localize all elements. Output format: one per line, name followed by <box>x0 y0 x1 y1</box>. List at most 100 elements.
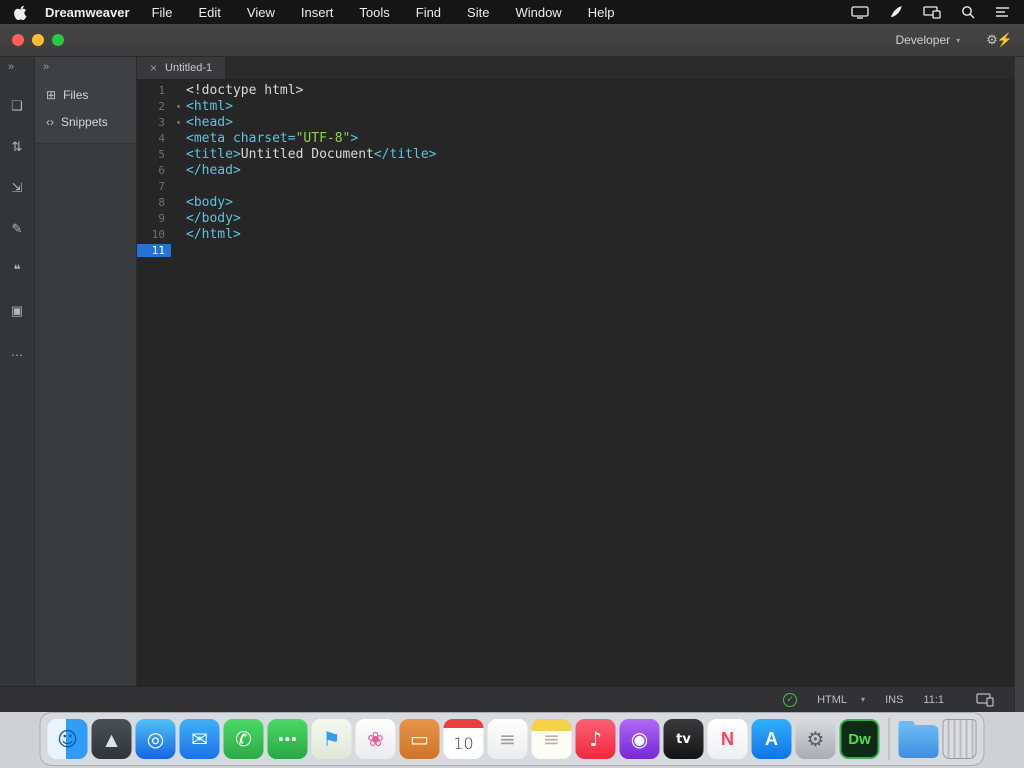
menu-window[interactable]: Window <box>515 5 561 20</box>
menu-file[interactable]: File <box>152 5 173 20</box>
launchpad-glyph: ▲ <box>105 729 118 749</box>
maps-dock-icon[interactable]: ⚑ <box>311 719 352 759</box>
sidecar-icon[interactable] <box>923 5 941 19</box>
news-dock-icon[interactable]: N <box>707 719 748 759</box>
notes-glyph: ≡ <box>543 727 560 751</box>
line-number: 6 <box>158 163 165 177</box>
menu-find[interactable]: Find <box>416 5 441 20</box>
menu-help[interactable]: Help <box>588 5 615 20</box>
books-dock-icon[interactable]: ▭ <box>399 719 440 759</box>
code-line-1[interactable]: 1 <!doctype html> <box>137 82 1024 98</box>
tv-glyph: tv <box>676 731 691 747</box>
system-preferences-glyph: ⚙ <box>806 727 825 751</box>
code-line-11[interactable]: 11 <box>137 242 1024 258</box>
dreamweaver-glyph: Dw <box>848 730 871 748</box>
launchpad-dock-icon[interactable]: ▲ <box>91 719 132 759</box>
line-number: 5 <box>158 147 165 161</box>
minimize-window-button[interactable] <box>32 34 44 46</box>
style-brush-icon[interactable]: ✎ <box>12 221 23 237</box>
app-store-dock-icon[interactable]: A <box>751 719 792 759</box>
language-label: HTML <box>817 693 848 706</box>
display-icon[interactable] <box>851 5 869 19</box>
code-line-7[interactable]: 7 <box>137 178 1024 194</box>
sidebar-item-label: Snippets <box>61 114 108 129</box>
sidebar-item-files[interactable]: ⊞ Files <box>35 81 136 108</box>
code-line-5[interactable]: 5 <title>Untitled Document</title> <box>137 146 1024 162</box>
zoom-window-button[interactable] <box>52 34 64 46</box>
window-controls <box>12 34 64 46</box>
music-dock-icon[interactable]: ♪ <box>575 719 616 759</box>
calendar-day: 10 <box>453 734 474 753</box>
snippets-rail-icon[interactable]: ▣ <box>11 303 23 319</box>
code-line-4[interactable]: 4 <meta charset="UTF-8"> <box>137 130 1024 146</box>
spotlight-search-icon[interactable] <box>961 5 975 19</box>
device-preview-icon[interactable] <box>976 692 994 707</box>
reminders-dock-icon[interactable]: ≡ <box>487 719 528 759</box>
menu-insert[interactable]: Insert <box>301 5 334 20</box>
panel-collapse-icon[interactable]: » <box>35 57 136 81</box>
feather-icon[interactable] <box>889 5 903 19</box>
apple-menu[interactable] <box>14 5 27 20</box>
line-number: 7 <box>158 179 165 193</box>
expand-panels-icon[interactable]: ⇲ <box>12 180 23 196</box>
mail-dock-icon[interactable]: ✉ <box>179 719 220 759</box>
language-selector[interactable]: HTML ▾ <box>817 694 865 706</box>
sidebar-item-snippets[interactable]: ‹› Snippets <box>35 108 136 135</box>
messages-dock-icon[interactable]: ⋯ <box>267 719 308 759</box>
active-app-name[interactable]: Dreamweaver <box>45 5 130 20</box>
menubar-status-icons <box>851 5 1010 19</box>
code-line-3[interactable]: 3 ▾ <head> <box>137 114 1024 130</box>
tv-dock-icon[interactable]: tv <box>663 719 704 759</box>
close-window-button[interactable] <box>12 34 24 46</box>
code-text: </head> <box>186 162 241 178</box>
code-text: <meta charset="UTF-8"> <box>186 130 359 146</box>
snippets-panel-icon: ‹› <box>46 114 54 129</box>
reminders-glyph: ≡ <box>499 727 516 751</box>
document-tabstrip: × Untitled-1 <box>137 57 1024 80</box>
code-line-8[interactable]: 8 <body> <box>137 194 1024 210</box>
fold-toggle-icon[interactable]: ▾ <box>171 118 186 127</box>
fold-toggle-icon[interactable]: ▾ <box>171 102 186 111</box>
downloads-folder-dock-icon[interactable] <box>898 721 939 758</box>
photos-dock-icon[interactable]: ❀ <box>355 719 396 759</box>
tab-close-icon[interactable]: × <box>150 61 157 75</box>
app-store-glyph: A <box>765 728 778 749</box>
menu-view[interactable]: View <box>247 5 275 20</box>
finder-dock-icon[interactable]: ☺ <box>47 719 88 759</box>
safari-dock-icon[interactable]: ◎ <box>135 719 176 759</box>
menubar-menus: File Edit View Insert Tools Find Site Window Hel… <box>152 5 615 20</box>
code-editor[interactable]: 1 <!doctype html> 2 ▾ <html> 3 ▾ <head> 4 <meta c… <box>137 80 1024 686</box>
titlebar[interactable]: Developer ▾ ⚙⚡ <box>0 24 1024 57</box>
workspace-switcher[interactable]: Developer ▾ <box>895 33 960 47</box>
calendar-dock-icon[interactable]: 10 <box>443 719 484 759</box>
line-number: 9 <box>158 211 165 225</box>
trash-dock-icon[interactable] <box>942 719 977 759</box>
current-line-number: 11 <box>137 243 171 257</box>
sort-icon[interactable]: ⇅ <box>12 139 23 155</box>
sidebar-item-label: Files <box>63 87 89 102</box>
system-preferences-dock-icon[interactable]: ⚙ <box>795 719 836 759</box>
scrollbar-track[interactable] <box>1014 57 1024 712</box>
code-line-6[interactable]: 6 </head> <box>137 162 1024 178</box>
menu-edit[interactable]: Edit <box>199 5 221 20</box>
code-line-10[interactable]: 10 </html> <box>137 226 1024 242</box>
cursor-position-indicator: 11:1 <box>923 693 944 706</box>
facetime-dock-icon[interactable]: ✆ <box>223 719 264 759</box>
notification-list-icon[interactable] <box>995 6 1010 18</box>
menu-site[interactable]: Site <box>467 5 489 20</box>
chevron-down-icon: ▾ <box>861 695 866 704</box>
podcasts-dock-icon[interactable]: ◉ <box>619 719 660 759</box>
rail-collapse-icon[interactable]: » <box>0 61 14 73</box>
dreamweaver-dock-icon[interactable]: Dw <box>839 719 880 759</box>
code-line-2[interactable]: 2 ▾ <html> <box>137 98 1024 114</box>
document-tab[interactable]: × Untitled-1 <box>137 57 226 79</box>
comments-icon[interactable]: ❝ <box>14 262 21 278</box>
more-options-icon[interactable]: … <box>11 344 24 359</box>
document-icon[interactable]: ❏ <box>11 98 23 114</box>
menu-tools[interactable]: Tools <box>359 5 389 20</box>
line-number: 1 <box>158 83 165 97</box>
sync-settings-icon[interactable]: ⚙⚡ <box>986 32 1013 48</box>
code-line-9[interactable]: 9 </body> <box>137 210 1024 226</box>
notes-dock-icon[interactable]: ≡ <box>531 719 572 759</box>
code-text: <html> <box>186 98 233 114</box>
